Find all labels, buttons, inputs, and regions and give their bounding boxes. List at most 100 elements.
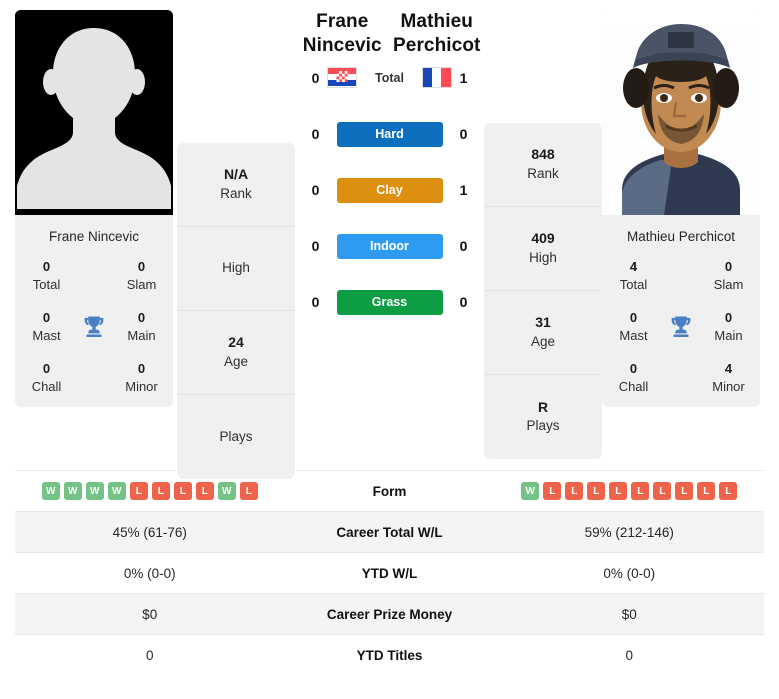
- left-trophy-icon-cell: [72, 313, 116, 341]
- surface-badge-clay[interactable]: Clay: [336, 177, 443, 203]
- right-titles-main-value: 0: [724, 310, 733, 326]
- form-badge-loss[interactable]: L: [631, 482, 650, 500]
- right-stat-plays-value: R: [537, 398, 549, 415]
- form-badge-win[interactable]: W: [41, 482, 60, 500]
- left-player-photo[interactable]: [15, 10, 173, 215]
- right-ytd-wl-cell: 0% (0-0): [495, 566, 765, 581]
- form-badge-loss[interactable]: L: [587, 482, 606, 500]
- h2h-grass-left-score: 0: [311, 294, 320, 310]
- right-stat-age-value: 31: [535, 314, 551, 331]
- table-row-prize-money: $0 Career Prize Money $0: [15, 593, 764, 634]
- surface-badge-grass[interactable]: Grass: [336, 289, 443, 315]
- right-career-wl-cell: 59% (212-146): [495, 525, 765, 540]
- right-titles-chall-label: Chall: [618, 378, 649, 394]
- form-badge-loss[interactable]: L: [173, 482, 192, 500]
- right-ytd-wl-value: 0% (0-0): [603, 565, 656, 581]
- left-stats-column: N/A Rank High 24 Age Plays: [177, 143, 295, 479]
- left-titles-total-value: 0: [42, 259, 51, 274]
- form-badge-loss[interactable]: L: [609, 482, 628, 500]
- trophy-icon: [84, 316, 104, 337]
- row-label-prize-money: Career Prize Money: [326, 606, 453, 622]
- form-badge-loss[interactable]: L: [195, 482, 214, 500]
- right-stat-high: 409 High: [484, 207, 602, 291]
- right-player-photo[interactable]: [602, 10, 760, 215]
- right-stat-rank-value: 848: [531, 146, 555, 163]
- right-trophy-icon-cell: [659, 313, 703, 341]
- left-player-firstname: Frane: [316, 11, 369, 32]
- form-badge-win[interactable]: W: [521, 482, 540, 500]
- h2h-row-grass: 0 Grass 0: [307, 274, 473, 330]
- left-ytd-titles-cell: 0: [15, 648, 285, 663]
- left-titles-main-value: 0: [137, 310, 146, 326]
- left-stat-age: 24 Age: [177, 311, 295, 395]
- head-to-head-column: Frane Nincevic Mathieu Perchicot 0 Total…: [295, 10, 484, 315]
- player-portrait-image: [602, 10, 760, 215]
- h2h-row-clay: 0 Clay 1: [307, 162, 473, 218]
- left-titles-slam-value: 0: [137, 259, 146, 274]
- right-player-name-label: Mathieu Perchicot: [626, 229, 736, 244]
- right-form-strip: WLLLLLLLLL: [521, 482, 738, 500]
- left-titles-main-label: Main: [127, 327, 156, 343]
- left-player-column: Frane Nincevic 0 Total 0 Slam 0 Mast 0 M…: [15, 10, 177, 408]
- left-prize-money-cell: $0: [15, 607, 285, 622]
- form-badge-win[interactable]: W: [107, 482, 126, 500]
- form-badge-loss[interactable]: L: [151, 482, 170, 500]
- form-badge-win[interactable]: W: [217, 482, 236, 500]
- comparison-stats-table: WWWWLLLLWL Form WLLLLLLLLL 45% (61-76) C…: [0, 470, 779, 675]
- right-player-column: Mathieu Perchicot 4 Total 0 Slam 0 Mast: [602, 10, 764, 408]
- left-player-name-label: Frane Nincevic: [48, 229, 140, 244]
- row-label-form: Form: [372, 483, 407, 499]
- head-to-head-surface-list: 0 Total 1 0 Hard 0 0 Clay 1 0 Indoor 0 0: [307, 50, 473, 330]
- right-stats-column: 848 Rank 409 High 31 Age R Plays: [484, 123, 602, 459]
- form-badge-loss[interactable]: L: [675, 482, 694, 500]
- right-ytd-titles-cell: 0: [495, 648, 765, 663]
- left-stat-plays-label: Plays: [219, 428, 253, 444]
- right-titles-chall-value: 0: [629, 361, 638, 377]
- left-prize-money-value: $0: [142, 606, 158, 622]
- right-titles-minor: 4 Minor: [703, 360, 754, 395]
- h2h-hard-right-score: 0: [459, 126, 468, 142]
- form-badge-win[interactable]: W: [63, 482, 82, 500]
- left-titles-slam-label: Slam: [126, 276, 157, 292]
- right-prize-money-value: $0: [621, 606, 637, 622]
- h2h-indoor-right-score: 0: [459, 238, 468, 254]
- form-badge-loss[interactable]: L: [239, 482, 258, 500]
- right-stat-high-value: 409: [531, 230, 555, 247]
- left-stat-age-value: 24: [228, 334, 244, 351]
- right-stat-age: 31 Age: [484, 291, 602, 375]
- right-titles-chall: 0 Chall: [608, 360, 659, 395]
- form-badge-loss[interactable]: L: [543, 482, 562, 500]
- left-titles-mast-label: Mast: [32, 327, 61, 343]
- right-titles-main-label: Main: [714, 327, 743, 343]
- right-titles-total: 4 Total: [608, 258, 659, 293]
- player-comparison-panel: Frane Nincevic 0 Total 0 Slam 0 Mast 0 M…: [0, 0, 779, 479]
- form-badge-loss[interactable]: L: [653, 482, 672, 500]
- left-titles-chall: 0 Chall: [21, 360, 72, 395]
- right-prize-money-cell: $0: [495, 607, 765, 622]
- left-form-strip: WWWWLLLLWL: [41, 482, 258, 500]
- h2h-grass-right-score: 0: [459, 294, 468, 310]
- left-stat-rank-label: Rank: [220, 185, 252, 201]
- right-titles-grid: 4 Total 0 Slam 0 Mast 0 Main 0 Chall 4 M…: [608, 258, 754, 395]
- form-badge-loss[interactable]: L: [697, 482, 716, 500]
- form-badge-loss[interactable]: L: [719, 482, 738, 500]
- right-stat-plays-label: Plays: [526, 418, 560, 434]
- form-badge-win[interactable]: W: [85, 482, 104, 500]
- left-ytd-wl-cell: 0% (0-0): [15, 566, 285, 581]
- left-ytd-titles-value: 0: [145, 647, 154, 663]
- left-titles-chall-value: 0: [42, 361, 51, 377]
- table-row-ytd-wl: 0% (0-0) YTD W/L 0% (0-0): [15, 552, 764, 593]
- form-badge-loss[interactable]: L: [129, 482, 148, 500]
- form-badge-loss[interactable]: L: [565, 482, 584, 500]
- left-titles-total: 0 Total: [21, 258, 72, 293]
- left-stat-plays: Plays: [177, 395, 295, 479]
- right-titles-main: 0 Main: [703, 309, 754, 344]
- surface-badge-indoor[interactable]: Indoor: [336, 233, 443, 259]
- right-titles-slam-value: 0: [724, 259, 733, 274]
- left-titles-minor: 0 Minor: [116, 360, 167, 395]
- left-stat-rank-value: N/A: [223, 166, 249, 183]
- left-stats-card: N/A Rank High 24 Age Plays: [177, 143, 295, 479]
- surface-badge-hard[interactable]: Hard: [336, 121, 443, 147]
- right-titles-slam-label: Slam: [713, 276, 744, 292]
- left-stat-high-label: High: [222, 260, 250, 276]
